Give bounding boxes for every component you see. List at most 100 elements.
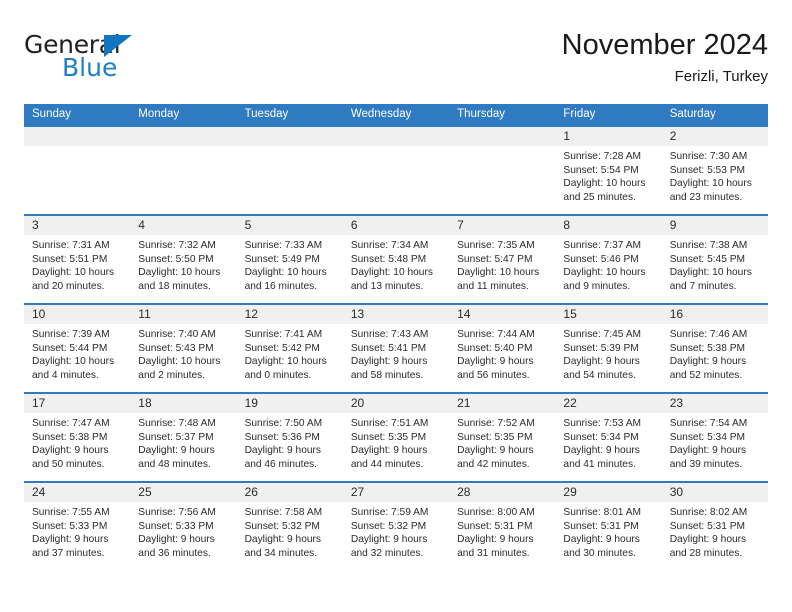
daylight-text-line1: Daylight: 9 hours (563, 356, 640, 368)
calendar-day-cell[interactable]: 24 Sunrise: 7:55 AM Sunset: 5:33 PM Dayligh… (24, 481, 131, 570)
sunrise-text: Sunrise: 7:37 AM (563, 240, 641, 251)
calendar-day-cell[interactable]: 19 Sunrise: 7:50 AM Sunset: 5:36 PM Dayligh… (236, 392, 343, 481)
calendar-day-cell[interactable]: 15 Sunrise: 7:45 AM Sunset: 5:39 PM Dayligh… (555, 303, 662, 392)
calendar-day-cell-empty (342, 125, 450, 214)
calendar-day-cell[interactable]: 14 Sunrise: 7:44 AM Sunset: 5:40 PM Dayligh… (449, 303, 556, 392)
calendar-day-cell[interactable]: 18 Sunrise: 7:48 AM Sunset: 5:37 PM Dayligh… (130, 392, 237, 481)
daylight-text-line2: and 11 minutes. (457, 280, 529, 292)
calendar-day-cell[interactable]: 21 Sunrise: 7:52 AM Sunset: 5:35 PM Dayligh… (449, 392, 556, 481)
day-detail-body: Sunrise: 8:00 AM Sunset: 5:31 PM Daylight:… (449, 502, 555, 560)
logo-text-blue: Blue (62, 53, 118, 82)
day-number: 5 (244, 218, 252, 232)
calendar-day-cell[interactable]: 1 Sunrise: 7:28 AM Sunset: 5:54 PM Daylight… (555, 125, 662, 214)
calendar-day-cell[interactable]: 30 Sunrise: 8:02 AM Sunset: 5:31 PM Dayligh… (661, 481, 768, 570)
daylight-text-line1: Daylight: 9 hours (138, 445, 215, 457)
calendar-day-cell[interactable]: 26 Sunrise: 7:58 AM Sunset: 5:32 PM Dayligh… (236, 481, 343, 570)
sunrise-text: Sunrise: 8:01 AM (563, 507, 641, 518)
day-detail-body: Sunrise: 7:38 AM Sunset: 5:45 PM Daylight:… (662, 235, 768, 293)
sunrise-text: Sunrise: 7:45 AM (563, 329, 641, 340)
calendar-day-cell[interactable]: 23 Sunrise: 7:54 AM Sunset: 5:34 PM Dayligh… (661, 392, 768, 481)
calendar-day-cell[interactable]: 25 Sunrise: 7:56 AM Sunset: 5:33 PM Dayligh… (130, 481, 237, 570)
day-number-band: 2 (661, 127, 768, 146)
daylight-text-line2: and 41 minutes. (563, 458, 636, 470)
day-number: 1 (563, 129, 571, 143)
day-detail-body: Sunrise: 7:56 AM Sunset: 5:33 PM Daylight:… (130, 502, 236, 560)
day-detail-body: Sunrise: 7:43 AM Sunset: 5:41 PM Daylight:… (343, 324, 449, 382)
calendar-day-cell[interactable]: 12 Sunrise: 7:41 AM Sunset: 5:42 PM Dayligh… (236, 303, 343, 392)
sunrise-text: Sunrise: 8:00 AM (457, 507, 535, 518)
day-detail-body: Sunrise: 7:47 AM Sunset: 5:38 PM Daylight:… (24, 413, 130, 471)
daylight-text-line2: and 0 minutes. (244, 369, 312, 381)
day-number: 7 (457, 218, 464, 232)
calendar-week-row: 24 Sunrise: 7:55 AM Sunset: 5:33 PM Dayligh… (24, 481, 768, 570)
calendar-week-row: 1 Sunrise: 7:28 AM Sunset: 5:54 PM Daylight… (24, 125, 768, 214)
daylight-text-line1: Daylight: 9 hours (669, 445, 747, 457)
sunset-text: Sunset: 5:33 PM (32, 520, 108, 532)
sunset-text: Sunset: 5:31 PM (563, 520, 639, 532)
daylight-text-line1: Daylight: 9 hours (669, 356, 747, 368)
day-number-band (342, 127, 450, 146)
day-number-band: 11 (130, 305, 237, 324)
calendar-week-row: 17 Sunrise: 7:47 AM Sunset: 5:38 PM Dayligh… (24, 392, 768, 481)
day-number: 18 (138, 396, 152, 410)
calendar-day-cell[interactable]: 20 Sunrise: 7:51 AM Sunset: 5:35 PM Dayligh… (342, 392, 450, 481)
day-number: 29 (563, 485, 577, 499)
daylight-text-line2: and 13 minutes. (350, 280, 424, 292)
day-number-band: 20 (342, 394, 450, 413)
sunset-text: Sunset: 5:35 PM (457, 431, 533, 443)
daylight-text-line1: Daylight: 9 hours (138, 534, 215, 546)
calendar-day-cell[interactable]: 6 Sunrise: 7:34 AM Sunset: 5:48 PM Daylight… (342, 214, 450, 303)
day-number: 4 (138, 218, 145, 232)
calendar-day-cell[interactable]: 10 Sunrise: 7:39 AM Sunset: 5:44 PM Dayligh… (24, 303, 131, 392)
day-number: 23 (669, 396, 684, 410)
calendar-day-cell[interactable]: 5 Sunrise: 7:33 AM Sunset: 5:49 PM Daylight… (236, 214, 343, 303)
day-number-band: 5 (236, 216, 343, 235)
day-number: 21 (457, 396, 471, 410)
page-subtitle-location: Ferizli, Turkey (674, 68, 768, 85)
day-detail-body: Sunrise: 7:37 AM Sunset: 5:46 PM Daylight:… (555, 235, 661, 293)
sunrise-text: Sunrise: 7:44 AM (457, 329, 535, 340)
sunset-text: Sunset: 5:33 PM (138, 520, 214, 532)
day-number: 25 (138, 485, 152, 499)
calendar-day-cell[interactable]: 27 Sunrise: 7:59 AM Sunset: 5:32 PM Dayligh… (342, 481, 450, 570)
calendar-day-cell[interactable]: 7 Sunrise: 7:35 AM Sunset: 5:47 PM Daylight… (449, 214, 556, 303)
daylight-text-line2: and 52 minutes. (669, 369, 743, 381)
calendar-day-cell[interactable]: 29 Sunrise: 8:01 AM Sunset: 5:31 PM Dayligh… (555, 481, 662, 570)
day-number: 17 (32, 396, 46, 410)
calendar-table: Sunday Monday Tuesday Wednesday Thursday… (24, 104, 768, 570)
day-number: 9 (669, 218, 677, 232)
daylight-text-line1: Daylight: 9 hours (669, 534, 747, 546)
sunrise-text: Sunrise: 7:48 AM (138, 418, 216, 429)
day-number: 6 (350, 218, 358, 232)
day-detail-body: Sunrise: 7:50 AM Sunset: 5:36 PM Daylight:… (237, 413, 343, 471)
sunrise-text: Sunrise: 7:33 AM (244, 240, 323, 251)
blue-triangle-icon (104, 35, 132, 57)
calendar-day-cell[interactable]: 22 Sunrise: 7:53 AM Sunset: 5:34 PM Dayligh… (555, 392, 662, 481)
daylight-text-line2: and 32 minutes. (350, 547, 424, 559)
weekday-header-thursday: Thursday (457, 108, 506, 120)
sunrise-text: Sunrise: 7:55 AM (32, 507, 110, 518)
day-number-band: 26 (236, 483, 343, 502)
calendar-day-cell[interactable]: 17 Sunrise: 7:47 AM Sunset: 5:38 PM Dayligh… (24, 392, 131, 481)
day-detail-body: Sunrise: 8:02 AM Sunset: 5:31 PM Daylight:… (662, 502, 768, 560)
daylight-text-line2: and 30 minutes. (563, 547, 636, 559)
calendar-day-cell[interactable]: 3 Sunrise: 7:31 AM Sunset: 5:51 PM Daylight… (24, 214, 131, 303)
daylight-text-line1: Daylight: 10 hours (350, 267, 433, 279)
calendar-day-cell[interactable]: 16 Sunrise: 7:46 AM Sunset: 5:38 PM Dayligh… (661, 303, 768, 392)
calendar-day-cell[interactable]: 28 Sunrise: 8:00 AM Sunset: 5:31 PM Dayligh… (449, 481, 556, 570)
general-blue-logo[interactable]: General Blue (24, 32, 244, 92)
calendar-day-cell[interactable]: 4 Sunrise: 7:32 AM Sunset: 5:50 PM Daylight… (130, 214, 237, 303)
weekday-header-monday: Monday (138, 108, 180, 120)
calendar-day-cell[interactable]: 11 Sunrise: 7:40 AM Sunset: 5:43 PM Dayligh… (130, 303, 237, 392)
calendar-day-cell[interactable]: 8 Sunrise: 7:37 AM Sunset: 5:46 PM Daylight… (555, 214, 662, 303)
daylight-text-line1: Daylight: 10 hours (138, 356, 221, 368)
sunset-text: Sunset: 5:31 PM (669, 520, 746, 532)
calendar-day-cell-empty (449, 125, 556, 214)
calendar-day-cell[interactable]: 2 Sunrise: 7:30 AM Sunset: 5:53 PM Daylight… (661, 125, 768, 214)
calendar-day-cell[interactable]: 9 Sunrise: 7:38 AM Sunset: 5:45 PM Daylight… (661, 214, 768, 303)
calendar-day-cell[interactable]: 13 Sunrise: 7:43 AM Sunset: 5:41 PM Dayligh… (342, 303, 450, 392)
daylight-text-line1: Daylight: 10 hours (32, 267, 115, 279)
sunset-text: Sunset: 5:40 PM (457, 342, 533, 354)
daylight-text-line2: and 46 minutes. (244, 458, 318, 470)
daylight-text-line1: Daylight: 9 hours (244, 445, 322, 457)
